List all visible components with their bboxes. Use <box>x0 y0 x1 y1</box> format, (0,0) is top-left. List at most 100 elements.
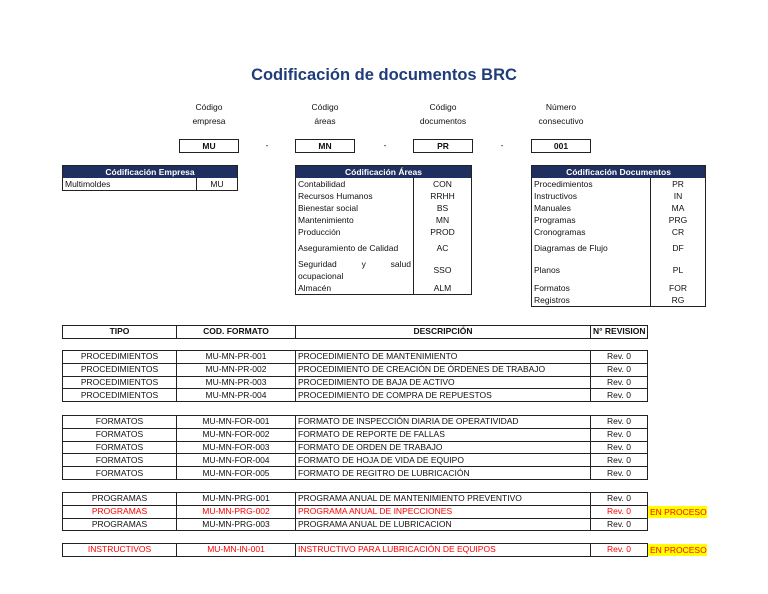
row-name: Procedimientos <box>534 179 593 189</box>
cod-formato-cell: MU-MN-PR-003 <box>176 375 296 390</box>
descripcion-cell: PROCEDIMIENTO DE BAJA DE ACTIVO <box>295 375 591 390</box>
row-code: PR <box>650 178 706 190</box>
revision-cell: Rev. 0 <box>590 427 648 442</box>
row-name: Instructivos <box>534 191 577 201</box>
row-name: Recursos Humanos <box>298 191 373 201</box>
main-table-header: TIPO COD. FORMATO DESCRIPCIÓN N° REVISION <box>62 325 648 339</box>
table-row: PROGRAMAS MU-MN-PRG-002 PROGRAMA ANUAL DE … <box>62 504 648 519</box>
tipo-cell: FORMATOS <box>62 466 177 480</box>
cod-formato-cell: MU-MN-PRG-002 <box>176 504 296 519</box>
code-label-line2: documentos <box>419 116 467 126</box>
separator-dash: - <box>383 140 387 150</box>
documentos-table: Códificación Documentos Procedimientos PR I… <box>531 165 706 307</box>
code-value-box: PR <box>413 139 473 153</box>
documentos-table-row: Diagramas de Flujo DF <box>532 238 706 258</box>
table-row: FORMATOS MU-MN-FOR-004 FORMATO DE HOJA DE … <box>62 453 648 468</box>
row-code: SSO <box>413 258 472 282</box>
row-name: Producción <box>298 227 341 237</box>
documentos-table-row: Procedimientos PR <box>532 178 706 190</box>
table-row: PROCEDIMIENTOS MU-MN-PR-002 PROCEDIMIENTO … <box>62 362 648 377</box>
table-row: FORMATOS MU-MN-FOR-002 FORMATO DE REPORTE … <box>62 427 648 442</box>
revision-cell: Rev. 0 <box>590 492 648 506</box>
row-name: Formatos <box>534 282 570 293</box>
tipo-cell: FORMATOS <box>62 453 177 468</box>
documentos-table-row: Registros RG <box>532 294 706 307</box>
areas-table-row: Producción PROD <box>296 226 472 238</box>
documentos-table-row: Manuales MA <box>532 202 706 214</box>
descripcion-cell: PROGRAMA ANUAL DE MANTENIMIENTO PREVENTI… <box>295 492 591 506</box>
row-code: DF <box>650 238 706 258</box>
code-label-line2: áreas <box>314 116 336 126</box>
revision-cell: Rev. 0 <box>590 543 648 557</box>
tipo-cell: PROCEDIMIENTOS <box>62 388 177 403</box>
tipo-cell: FORMATOS <box>62 440 177 455</box>
revision-cell: Rev. 0 <box>590 504 648 519</box>
row-code: FOR <box>650 281 706 294</box>
descripcion-cell: FORMATO DE ORDEN DE TRABAJO <box>295 440 591 455</box>
table-row: PROCEDIMIENTOS MU-MN-PR-004 PROCEDIMIENTO … <box>62 388 648 403</box>
row-name: Programas <box>534 215 576 225</box>
documentos-table-row: Cronogramas CR <box>532 226 706 238</box>
descripcion-cell: FORMATO DE REGITRO DE LUBRICACIÓN <box>295 466 591 480</box>
separator-dash: - <box>500 140 504 150</box>
cod-formato-cell: MU-MN-FOR-005 <box>176 466 296 480</box>
cod-formato-cell: MU-MN-FOR-002 <box>176 427 296 442</box>
areas-table-row: Almacén ALM <box>296 282 472 295</box>
descripcion-cell: INSTRUCTIVO PARA LUBRICACIÓN DE EQUIPOS <box>295 543 591 557</box>
row-code: IN <box>650 190 706 202</box>
areas-table-row: Contabilidad CON <box>296 178 472 190</box>
tipo-cell: FORMATOS <box>62 415 177 429</box>
cod-formato-cell: MU-MN-PR-004 <box>176 388 296 403</box>
row-name: Cronogramas <box>534 227 586 237</box>
row-code: PRG <box>650 214 706 226</box>
areas-table-row: Aseguramiento de Calidad AC <box>296 238 472 258</box>
row-name: Planos <box>534 264 560 275</box>
areas-table-row: Seguridad y salud ocupacional SSO <box>296 258 472 282</box>
tipo-cell: FORMATOS <box>62 427 177 442</box>
cod-formato-cell: MU-MN-PRG-001 <box>176 492 296 506</box>
row-name: Aseguramiento de Calidad <box>298 243 399 253</box>
cod-formato-cell: MU-MN-FOR-004 <box>176 453 296 468</box>
tipo-cell: PROCEDIMIENTOS <box>62 362 177 377</box>
revision-cell: Rev. 0 <box>590 517 648 532</box>
row-code: CON <box>413 178 472 190</box>
row-name: Almacén <box>298 283 332 293</box>
status-badge-en-proceso: EN PROCESO <box>648 544 707 556</box>
row-name: Diagramas de Flujo <box>534 243 608 253</box>
tipo-cell: TIPO <box>62 325 177 339</box>
main-table-group: PROCEDIMIENTOS MU-MN-PR-001 PROCEDIMIENTO … <box>62 350 648 403</box>
row-code: AC <box>413 238 472 258</box>
descripcion-cell: PROGRAMA ANUAL DE INPECCIONES <box>295 504 591 519</box>
cod-formato-cell: MU-MN-FOR-003 <box>176 440 296 455</box>
row-name: Multimoldes <box>65 179 111 189</box>
cod-formato-cell: COD. FORMATO <box>176 325 296 339</box>
code-label-line1: Código <box>429 102 457 112</box>
descripcion-cell: PROCEDIMIENTO DE CREACIÓN DE ÓRDENES DE … <box>295 362 591 377</box>
revision-cell: Rev. 0 <box>590 466 648 480</box>
documentos-table-row: Planos PL <box>532 258 706 281</box>
cod-formato-cell: MU-MN-PR-001 <box>176 350 296 364</box>
revision-cell: Rev. 0 <box>590 453 648 468</box>
revision-cell: Rev. 0 <box>590 388 648 403</box>
row-name: Manuales <box>534 203 571 213</box>
tipo-cell: PROGRAMAS <box>62 492 177 506</box>
areas-table: Códificación Áreas Contabilidad CON Recurso… <box>295 165 472 295</box>
tipo-cell: INSTRUCTIVOS <box>62 543 177 557</box>
documentos-table-row: Programas PRG <box>532 214 706 226</box>
row-code: BS <box>413 202 472 214</box>
code-label-line1: Número <box>545 102 577 112</box>
row-code: CR <box>650 226 706 238</box>
cod-formato-cell: MU-MN-PR-002 <box>176 362 296 377</box>
code-value-box: 001 <box>531 139 591 153</box>
documentos-table-row: Formatos FOR <box>532 281 706 294</box>
main-table-group: INSTRUCTIVOS MU-MN-IN-001 INSTRUCTIVO PARA… <box>62 543 648 557</box>
tipo-cell: PROGRAMAS <box>62 517 177 532</box>
descripcion-cell: PROCEDIMIENTO DE COMPRA DE REPUESTOS <box>295 388 591 403</box>
table-row: PROGRAMAS MU-MN-PRG-003 PROGRAMA ANUAL DE … <box>62 517 648 532</box>
cod-formato-cell: MU-MN-FOR-001 <box>176 415 296 429</box>
code-value-box: MN <box>295 139 355 153</box>
row-code: MN <box>413 214 472 226</box>
descripcion-cell: DESCRIPCIÓN <box>295 325 591 339</box>
empresa-table-row: Multimoldes MU <box>63 178 238 191</box>
tipo-cell: PROCEDIMIENTOS <box>62 350 177 364</box>
